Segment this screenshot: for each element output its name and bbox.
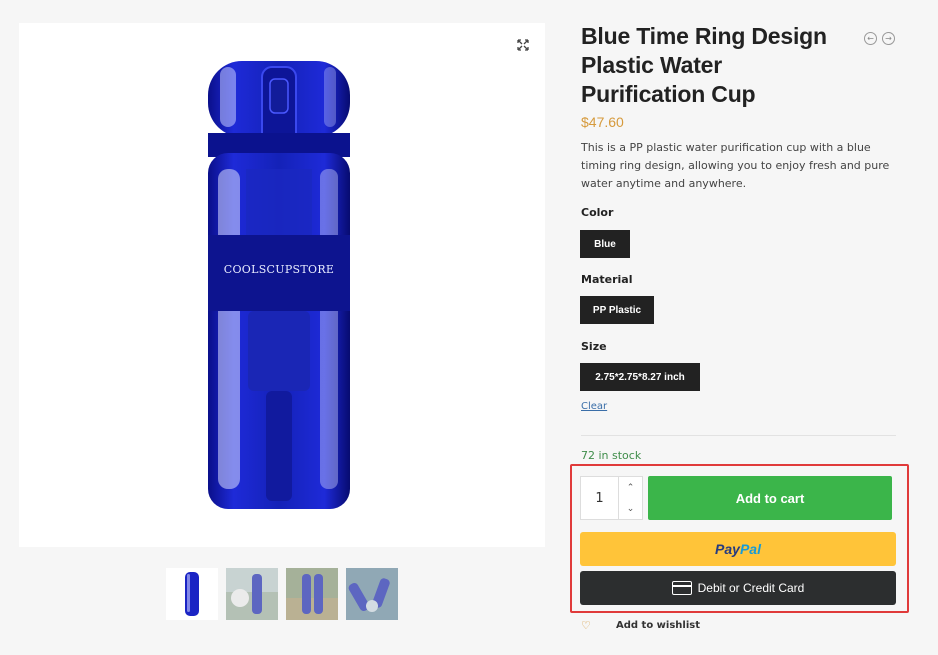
color-option-blue[interactable]: Blue xyxy=(580,230,630,258)
card-button-label: Debit or Credit Card xyxy=(697,581,805,595)
arrow-right-circle-icon[interactable]: → xyxy=(882,32,895,45)
thumbnail-strip xyxy=(166,568,398,620)
arrow-left-circle-icon[interactable]: ← xyxy=(864,32,877,45)
clear-selection-link[interactable]: Clear xyxy=(581,401,607,412)
thumbnail-2[interactable] xyxy=(226,568,278,620)
bottle-illustration xyxy=(208,61,350,509)
heart-icon: ♡ xyxy=(581,619,591,632)
wishlist-label: Add to wishlist xyxy=(616,620,700,631)
divider xyxy=(581,435,896,436)
paypal-button[interactable]: Pay Pal xyxy=(580,532,896,566)
expand-icon[interactable] xyxy=(517,39,529,51)
increment-icon[interactable]: ⌃ xyxy=(619,477,642,498)
stock-status: 72 in stock xyxy=(581,449,642,462)
thumbnail-1[interactable] xyxy=(166,568,218,620)
add-to-cart-button[interactable]: Add to cart xyxy=(648,476,892,520)
paypal-logo-part2: Pal xyxy=(739,541,761,557)
add-to-wishlist-link[interactable]: ♡ Add to wishlist xyxy=(581,619,700,632)
thumbnail-3[interactable] xyxy=(286,568,338,620)
size-option[interactable]: 2.75*2.75*8.27 inch xyxy=(580,363,700,391)
size-label: Size xyxy=(581,340,607,353)
product-description: This is a PP plastic water purification … xyxy=(581,141,890,190)
product-main-image[interactable]: COOLSCUPSTORE xyxy=(19,23,545,547)
credit-card-icon xyxy=(671,581,692,595)
quantity-input[interactable]: 1 xyxy=(581,477,619,519)
paypal-logo-part1: Pay xyxy=(715,541,740,557)
product-title: Blue Time Ring Design Plastic Water Puri… xyxy=(581,23,827,107)
product-price: $47.60 xyxy=(581,114,624,130)
product-navigation: ← → xyxy=(864,32,895,45)
brand-logo-text: COOLSCUPSTORE xyxy=(223,263,335,276)
thumbnail-4[interactable] xyxy=(346,568,398,620)
decrement-icon[interactable]: ⌄ xyxy=(619,498,642,519)
material-option-pp-plastic[interactable]: PP Plastic xyxy=(580,296,654,324)
debit-credit-card-button[interactable]: Debit or Credit Card xyxy=(580,571,896,605)
color-label: Color xyxy=(581,206,614,219)
quantity-stepper[interactable]: 1 ⌃ ⌄ xyxy=(580,476,643,520)
material-label: Material xyxy=(581,273,633,286)
